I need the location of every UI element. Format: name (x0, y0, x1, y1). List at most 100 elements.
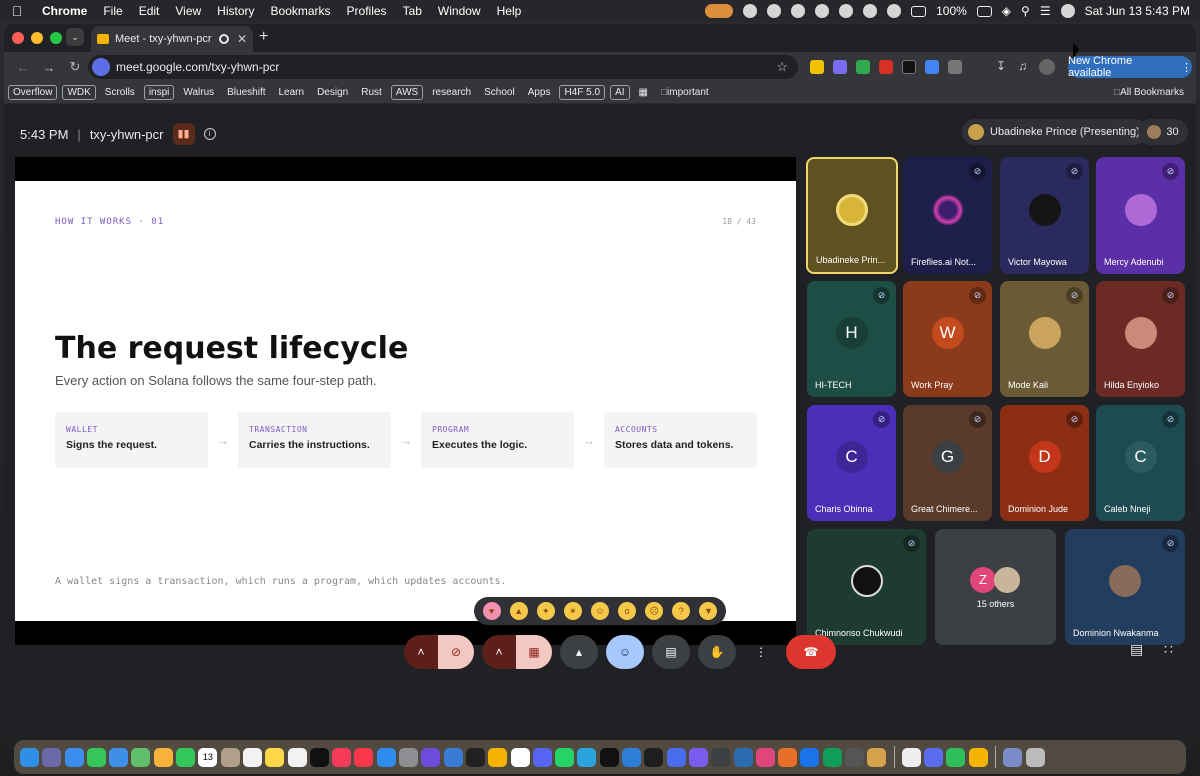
bookmark-apps[interactable]: Apps (524, 86, 555, 99)
freeform-dock-icon[interactable] (287, 747, 307, 767)
extension-icon-6[interactable] (925, 60, 939, 74)
video-options-chevron-icon[interactable]: ˄ (482, 635, 516, 669)
tab-search-chevron-icon[interactable]: ⌄ (66, 28, 84, 46)
app-dock-icon-1[interactable] (421, 747, 441, 767)
status-icon-6[interactable] (863, 4, 878, 18)
present-screen-button[interactable]: ▴ (560, 635, 598, 669)
participant-tile[interactable]: Ubadineke Prin... (806, 157, 898, 274)
telegram-dock-icon[interactable] (577, 747, 597, 767)
downloads-stack-dock-icon[interactable] (1003, 747, 1023, 767)
status-icon-4[interactable] (815, 4, 830, 18)
sad-reaction-icon[interactable]: ☹ (645, 602, 664, 620)
presentation-stage[interactable]: HOW IT WORKS · 01 18 / 43 The request li… (15, 157, 796, 645)
launchpad-dock-icon[interactable] (42, 747, 62, 767)
extension-icon-2[interactable] (833, 60, 847, 74)
whatsapp-dock-icon[interactable] (555, 747, 575, 767)
forward-arrow-icon[interactable]: → (36, 60, 62, 75)
app-dock-icon-11[interactable] (844, 747, 864, 767)
activities-grid-icon[interactable]: ∷ (1164, 641, 1173, 658)
bookmark-folder-important[interactable]: important (657, 86, 713, 99)
trash-dock-icon[interactable] (1025, 747, 1045, 767)
status-icon-2[interactable] (767, 4, 782, 18)
raise-hand-button[interactable]: ✋ (698, 635, 736, 669)
reminders-dock-icon[interactable] (242, 747, 262, 767)
extension-icon-4[interactable] (879, 60, 893, 74)
app-dock-icon-4[interactable] (688, 747, 708, 767)
reload-icon[interactable]: ↻ (62, 59, 88, 75)
figma-dock-icon[interactable] (644, 747, 664, 767)
siri-icon[interactable] (1060, 4, 1075, 18)
activity-monitor-dock-icon[interactable] (599, 747, 619, 767)
mail-dock-icon[interactable] (109, 747, 129, 767)
thumbs-down-reaction-icon[interactable]: ▼ (699, 602, 718, 620)
apps-grid-icon[interactable]: ▦ (635, 86, 652, 99)
menu-edit[interactable]: Edit (131, 4, 168, 18)
menu-app-name[interactable]: Chrome (34, 4, 95, 18)
others-tile[interactable]: Z 15 others (935, 529, 1056, 645)
recent-app-dock-icon-1[interactable] (901, 747, 921, 767)
app-store-dock-icon[interactable] (376, 747, 396, 767)
profile-avatar-icon[interactable] (1039, 59, 1056, 75)
menu-view[interactable]: View (167, 4, 209, 18)
extension-icon-1[interactable] (810, 60, 824, 74)
extensions-puzzle-icon[interactable] (948, 60, 962, 74)
maps-dock-icon[interactable] (131, 747, 151, 767)
captions-button[interactable]: ▤ (652, 635, 690, 669)
display-icon[interactable] (911, 5, 927, 17)
more-options-icon[interactable]: ⋮ (744, 635, 778, 669)
thinking-reaction-icon[interactable]: ? (672, 602, 691, 620)
url-text[interactable]: meet.google.com/txy-yhwn-pcr (116, 60, 279, 74)
participant-tile[interactable]: ⊘ C Caleb Nneji (1096, 405, 1185, 521)
app-dock-icon-3[interactable] (666, 747, 686, 767)
download-icon[interactable]: ↧ (996, 59, 1006, 75)
status-icon-1[interactable] (743, 4, 758, 18)
participant-tile[interactable]: ⊘ H HI-TECH (807, 281, 896, 397)
app-dock-icon-10[interactable] (822, 747, 842, 767)
thumbs-up-reaction-icon[interactable]: ▲ (509, 602, 528, 620)
status-icon-3[interactable] (791, 4, 806, 18)
apple-menu-icon[interactable]:  (0, 3, 34, 19)
bookmark-aws[interactable]: AWS (390, 85, 424, 100)
vscode-dock-icon[interactable] (622, 747, 642, 767)
app-dock-icon-6[interactable] (733, 747, 753, 767)
participant-tile[interactable]: ⊘ Chimnonso Chukwudi (807, 529, 926, 645)
close-window-button[interactable] (12, 32, 24, 44)
party-popper-reaction-icon[interactable]: ✦ (536, 602, 555, 620)
emoji-reactions-button[interactable]: ☺ (606, 635, 644, 669)
audio-options-chevron-icon[interactable]: ˄ (404, 635, 438, 669)
calendar-dock-icon[interactable]: 13 (198, 747, 218, 767)
participant-tile[interactable]: ⊘ Victor Mayowa (1000, 157, 1089, 274)
wifi-icon[interactable]: ◈ (1002, 4, 1011, 18)
participant-tile[interactable]: ⊘ G Great Chimere... (903, 405, 992, 521)
tab-meet[interactable]: Meet - txy-yhwn-pcr ✕ (91, 26, 253, 52)
new-tab-button[interactable]: + (259, 28, 268, 46)
control-center-icon[interactable]: ☰ (1040, 4, 1051, 18)
participant-tile[interactable]: ⊘ Mode Kali (1000, 281, 1089, 397)
site-info-icon[interactable] (92, 58, 110, 76)
menu-window[interactable]: Window (430, 4, 489, 18)
zoom-window-button[interactable] (50, 32, 62, 44)
menu-profiles[interactable]: Profiles (339, 4, 395, 18)
bookmark-h4f[interactable]: H4F 5.0 (559, 85, 606, 100)
recording-icon[interactable]: ▮▮ (172, 123, 195, 145)
back-arrow-icon[interactable]: ← (10, 60, 36, 75)
bookmark-scrolls[interactable]: Scrolls (101, 86, 139, 99)
chat-icon[interactable]: ▤ (1130, 641, 1143, 658)
notes-dock-icon[interactable] (265, 747, 285, 767)
people-button[interactable]: 30 (1138, 119, 1188, 145)
clapping-reaction-icon[interactable]: ✶ (563, 602, 582, 620)
slack-dock-icon[interactable] (510, 747, 530, 767)
app-dock-icon-8[interactable] (778, 747, 798, 767)
finder-dock-icon[interactable] (20, 747, 39, 767)
participant-tile[interactable]: ⊘ W Work Pray (903, 281, 992, 397)
app-dock-icon-2[interactable] (443, 747, 463, 767)
participant-tile[interactable]: ⊘ C Charis Obinna (807, 405, 896, 521)
safari-dock-icon[interactable] (64, 747, 84, 767)
participant-tile[interactable]: ⊘ D Dominion Jude (1000, 405, 1089, 521)
tv-dock-icon[interactable] (309, 747, 329, 767)
search-icon[interactable]: ⚲ (1021, 4, 1030, 18)
participant-tile[interactable]: ⊘ Hilda Enyioko (1096, 281, 1185, 397)
participant-tile[interactable]: ⊘ Mercy Adenubi (1096, 157, 1185, 274)
battery-icon[interactable] (976, 5, 992, 17)
app-dock-icon-7[interactable] (755, 747, 775, 767)
